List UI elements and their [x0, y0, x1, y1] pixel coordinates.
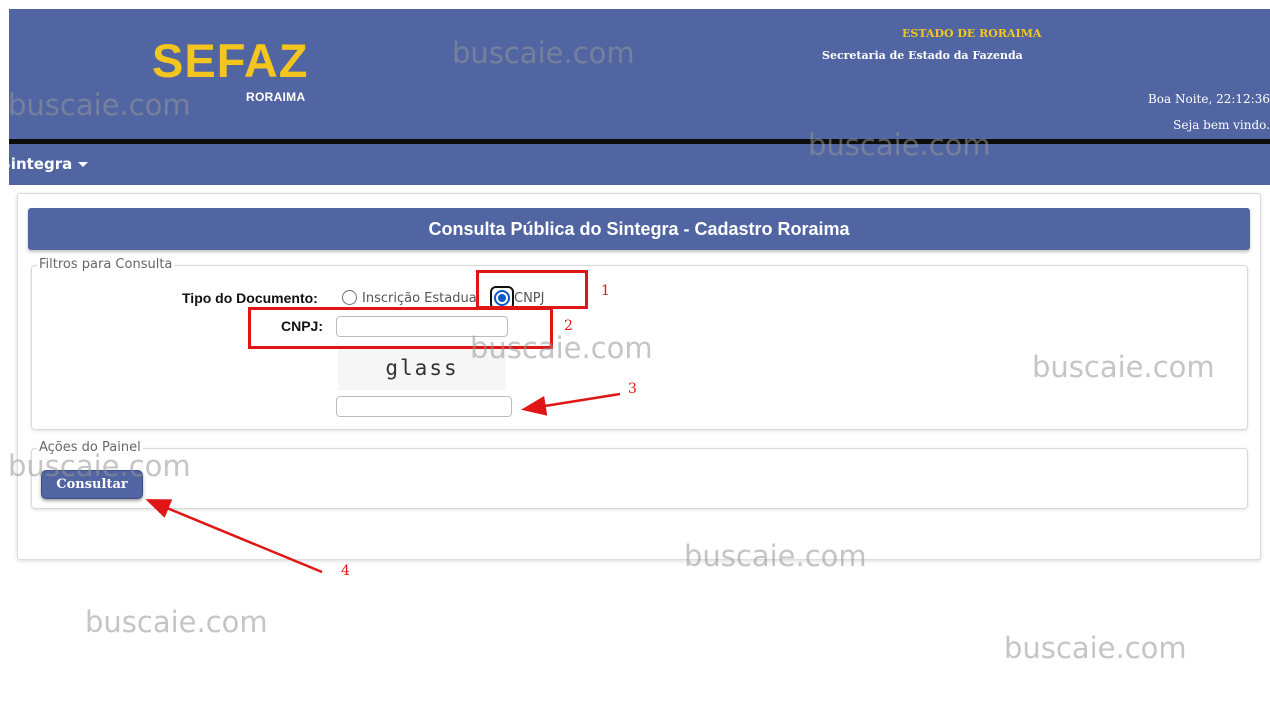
filters-legend: Filtros para Consulta	[37, 257, 175, 272]
actions-legend: Ações do Painel	[37, 440, 143, 455]
sintegra-menu-label: Sintegra	[0, 155, 73, 173]
consultar-button[interactable]: Consultar	[41, 470, 143, 499]
sintegra-menu[interactable]: Sintegra	[0, 155, 89, 173]
actions-fieldset	[31, 448, 1248, 509]
page-title: Consulta Pública do Sintegra - Cadastro …	[28, 208, 1250, 250]
watermark: buscaie.com	[1004, 631, 1187, 665]
annotation-number-1: 1	[601, 283, 610, 299]
captcha-image: glass	[338, 346, 506, 390]
secretaria-name: Secretaria de Estado da Fazenda	[822, 49, 1023, 62]
watermark: buscaie.com	[85, 605, 268, 639]
highlight-box-cnpj-radio	[476, 270, 588, 309]
radio-inscricao-estadual-label[interactable]: Inscrição Estadual	[362, 291, 480, 306]
annotation-number-3: 3	[628, 381, 637, 397]
radio-inscricao-estadual[interactable]	[342, 290, 357, 305]
document-type-label: Tipo do Documento:	[182, 290, 318, 306]
highlight-box-cnpj-input	[248, 307, 553, 349]
greeting-clock: Boa Noite, 22:12:36	[1147, 92, 1270, 106]
state-name: ESTADO DE RORAIMA	[902, 27, 1042, 40]
caret-down-icon	[78, 162, 89, 167]
sefaz-logo-subtitle: RORAIMA	[246, 90, 306, 104]
annotation-number-4: 4	[341, 563, 350, 579]
sefaz-logo[interactable]: SEFAZ	[152, 37, 308, 84]
nav-bar	[9, 144, 1270, 185]
annotation-number-2: 2	[564, 318, 573, 334]
welcome-text: Seja bem vindo.	[1173, 118, 1270, 132]
captcha-input[interactable]	[336, 396, 512, 417]
